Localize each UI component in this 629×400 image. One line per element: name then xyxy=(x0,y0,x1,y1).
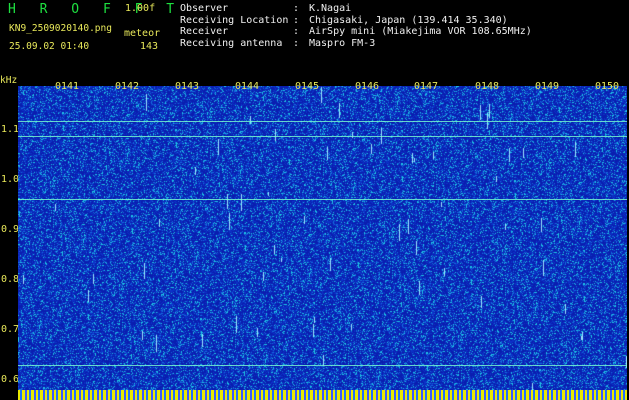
info-key: Receiving antenna xyxy=(180,37,283,49)
time-tick-label: 0148 xyxy=(475,81,500,92)
spectrogram-canvas xyxy=(18,86,627,390)
time-tick-label: 0142 xyxy=(115,81,140,92)
meteor-label: meteor xyxy=(124,28,161,39)
signal-line xyxy=(18,136,627,137)
time-tick-label: 0146 xyxy=(355,81,380,92)
y-tick-label: 0.9 xyxy=(1,224,20,235)
info-key: Observer xyxy=(180,3,229,14)
info-key: Receiver xyxy=(180,26,229,37)
info-value: Chigasaki, Japan (139.414 35.340) xyxy=(309,14,508,26)
y-axis-unit: kHz xyxy=(0,75,18,86)
info-row-antenna: Receiving antenna: Maspro FM-3 xyxy=(180,38,532,50)
y-tick-label: 1.1 xyxy=(1,124,20,135)
info-value: AirSpy mini (Miakejima VOR 108.65MHz) xyxy=(309,26,532,37)
time-tick-label: 0150 xyxy=(595,81,620,92)
app-logo: H R O F F T xyxy=(8,2,183,17)
info-row-observer: Observer: K.Nagai xyxy=(180,3,532,15)
time-tick-label: 0149 xyxy=(535,81,560,92)
info-value: Maspro FM-3 xyxy=(309,37,376,49)
y-tick-label: 0.7 xyxy=(1,324,20,335)
time-tick-label: 0141 xyxy=(55,81,80,92)
info-colon: : xyxy=(293,14,300,26)
station-info: Observer: K.Nagai Receiving Location: Chig… xyxy=(180,3,532,49)
time-tick-label: 0144 xyxy=(235,81,260,92)
header-panel: H R O F F T 1.00f KN9_2509020140.png met… xyxy=(0,0,629,75)
y-tick-label: 1.0 xyxy=(1,174,20,185)
meteor-count: 143 xyxy=(140,41,159,52)
app-version: 1.00f xyxy=(125,3,156,14)
spectrogram-plot[interactable] xyxy=(18,86,627,390)
info-colon: : xyxy=(293,26,300,37)
y-tick-label: 0.8 xyxy=(1,274,20,285)
signal-line xyxy=(18,199,627,200)
info-row-receiver: Receiver: AirSpy mini (Miakejima VOR 108.… xyxy=(180,26,532,38)
file-name: KN9_2509020140.png xyxy=(9,23,112,34)
time-tick-label: 0145 xyxy=(295,81,320,92)
y-tick-label: 0.6 xyxy=(1,374,20,385)
signal-line xyxy=(18,121,627,122)
info-colon: : xyxy=(293,3,300,14)
info-value: K.Nagai xyxy=(309,3,352,14)
info-colon: : xyxy=(293,37,300,49)
timing-bar xyxy=(18,390,627,400)
time-tick-label: 0147 xyxy=(414,81,439,92)
info-key: Receiving Location xyxy=(180,14,289,26)
time-tick-label: 0143 xyxy=(175,81,200,92)
signal-line xyxy=(18,365,627,366)
info-row-location: Receiving Location: Chigasaki, Japan (139… xyxy=(180,15,532,27)
date-time: 25.09.02 01:40 xyxy=(9,41,90,52)
